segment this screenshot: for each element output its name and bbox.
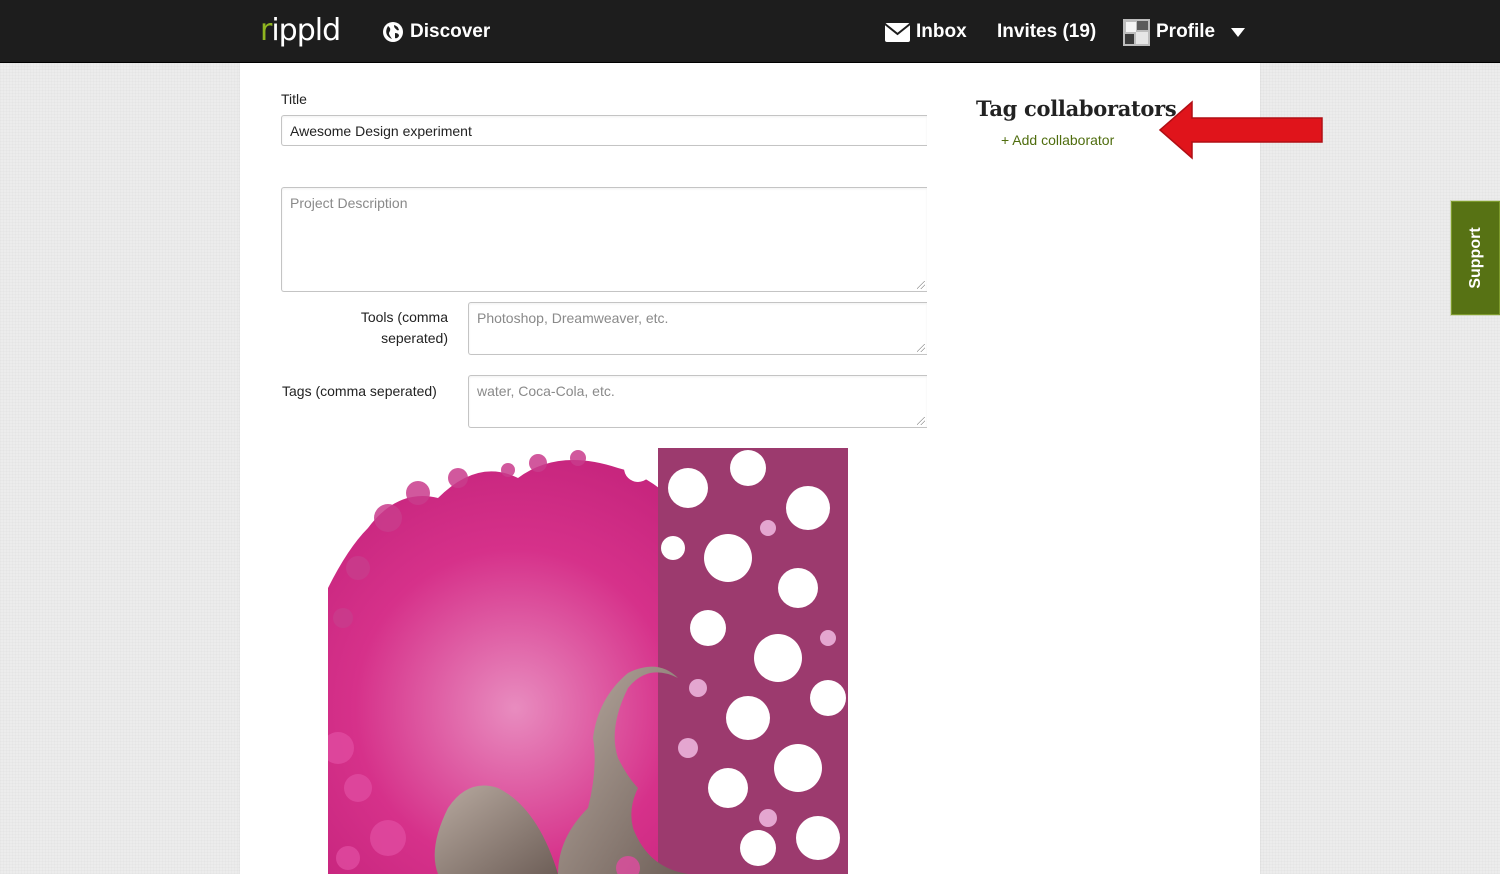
annotation-arrow-icon: [1158, 100, 1326, 165]
logo-text: ippld: [271, 13, 341, 48]
nav-inbox[interactable]: Inbox: [885, 18, 967, 46]
tags-textarea[interactable]: water, Coca-Cola, etc.: [468, 375, 927, 428]
nav-discover[interactable]: Discover: [382, 18, 490, 46]
support-tab[interactable]: Support: [1451, 201, 1500, 315]
resize-grip-icon[interactable]: [917, 281, 925, 289]
resize-grip-icon[interactable]: [917, 344, 925, 352]
tools-label: Tools (comma seperated): [360, 309, 448, 346]
tag-collaborators-heading: Tag collaborators: [976, 96, 1177, 121]
resize-grip-icon[interactable]: [917, 417, 925, 425]
globe-icon: [382, 21, 404, 43]
nav-invites[interactable]: Invites (19): [997, 18, 1096, 46]
envelope-icon: [885, 22, 910, 42]
nav-profile[interactable]: Profile: [1123, 18, 1246, 46]
caret-down-icon[interactable]: [1231, 27, 1246, 37]
project-description-textarea[interactable]: Project Description: [281, 187, 927, 292]
tools-placeholder: Photoshop, Dreamweaver, etc.: [477, 310, 669, 326]
description-placeholder: Project Description: [290, 195, 408, 211]
tags-label: Tags (comma seperated): [282, 383, 437, 399]
title-label: Title: [281, 91, 307, 107]
logo-mark: r: [260, 13, 272, 48]
project-artwork-image: [328, 448, 848, 874]
rippld-logo[interactable]: rippld: [260, 13, 341, 49]
title-input-value: Awesome Design experiment: [290, 123, 472, 139]
avatar: [1123, 18, 1150, 46]
tools-textarea[interactable]: Photoshop, Dreamweaver, etc.: [468, 302, 927, 355]
top-navigation-bar: rippld Discover Inbox Invites (19) Profi…: [0, 0, 1500, 63]
add-collaborator-link[interactable]: + Add collaborator: [1001, 132, 1114, 148]
support-tab-label: Support: [1466, 227, 1484, 289]
title-input[interactable]: Awesome Design experiment: [281, 115, 927, 146]
nav-invites-label: Invites (19): [997, 21, 1097, 42]
nav-profile-label: Profile: [1156, 21, 1216, 42]
nav-discover-label: Discover: [410, 21, 491, 42]
tags-placeholder: water, Coca-Cola, etc.: [477, 383, 615, 399]
nav-inbox-label: Inbox: [916, 21, 967, 42]
